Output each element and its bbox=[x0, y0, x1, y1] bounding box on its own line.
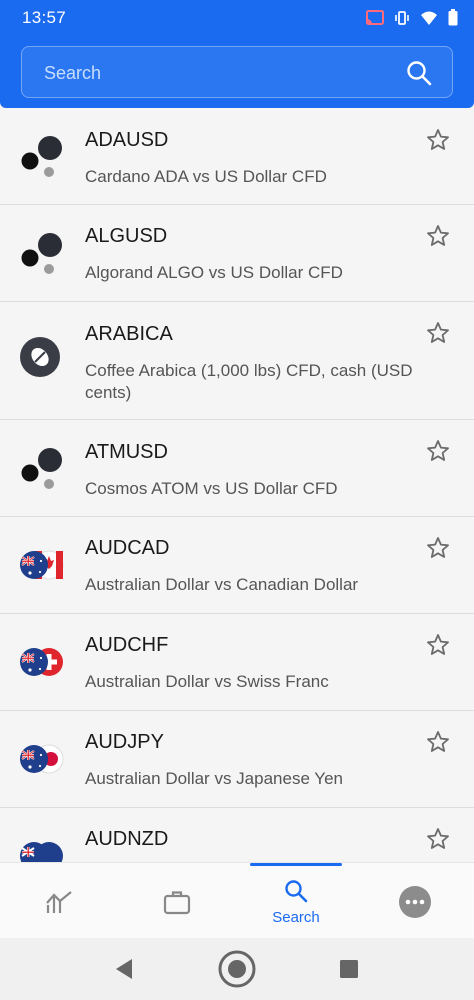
system-nav-bar bbox=[0, 938, 474, 1000]
star-icon[interactable] bbox=[426, 321, 450, 345]
tab-search[interactable]: Search bbox=[237, 863, 355, 939]
status-time: 13:57 bbox=[22, 8, 67, 27]
crypto-dots-icon bbox=[21, 233, 62, 274]
instrument-symbol: ATMUSD bbox=[85, 441, 168, 463]
list-item[interactable]: ALGUSD Algorand ALGO vs US Dollar CFD bbox=[0, 205, 474, 302]
search-icon[interactable] bbox=[406, 60, 432, 86]
more-icon[interactable] bbox=[398, 885, 432, 919]
tab-portfolio[interactable] bbox=[118, 863, 236, 939]
back-icon[interactable] bbox=[114, 958, 134, 980]
cast-icon bbox=[366, 9, 384, 25]
instrument-symbol: ALGUSD bbox=[85, 225, 168, 247]
instrument-symbol: AUDCAD bbox=[85, 537, 170, 559]
flag-au-ca-icon bbox=[20, 550, 64, 580]
flag-au-nz-icon bbox=[20, 842, 63, 862]
star-icon[interactable] bbox=[426, 128, 450, 152]
status-icons bbox=[366, 9, 458, 26]
star-icon[interactable] bbox=[426, 439, 450, 463]
star-icon[interactable] bbox=[426, 633, 450, 657]
briefcase-icon[interactable] bbox=[163, 889, 191, 915]
instrument-symbol: AUDCHF bbox=[85, 634, 169, 656]
coffee-bean-icon bbox=[20, 337, 60, 377]
chart-icon[interactable] bbox=[45, 889, 73, 915]
instrument-description: Australian Dollar vs Japanese Yen bbox=[85, 769, 343, 788]
crypto-dots-icon bbox=[21, 448, 62, 489]
list-item[interactable]: AUDCHF Australian Dollar vs Swiss Franc bbox=[0, 614, 474, 711]
wifi-icon bbox=[421, 11, 437, 25]
list-item[interactable]: ADAUSD Cardano ADA vs US Dollar CFD bbox=[0, 108, 474, 205]
instrument-list: ADAUSD Cardano ADA vs US Dollar CFD ALGU… bbox=[0, 108, 474, 862]
list-item[interactable]: ATMUSD Cosmos ATOM vs US Dollar CFD bbox=[0, 420, 474, 517]
star-icon[interactable] bbox=[426, 224, 450, 248]
crypto-dots-icon bbox=[21, 136, 62, 177]
instrument-description: Coffee Arabica (1,000 lbs) CFD, cash (US… bbox=[85, 361, 413, 402]
tab-more[interactable] bbox=[356, 863, 474, 939]
instrument-symbol: AUDNZD bbox=[85, 828, 169, 850]
recents-icon[interactable] bbox=[339, 959, 359, 979]
instrument-description: Cosmos ATOM vs US Dollar CFD bbox=[85, 479, 338, 498]
app-header bbox=[0, 36, 474, 108]
tab-search-label: Search bbox=[272, 909, 320, 926]
search-bar[interactable] bbox=[21, 46, 453, 99]
list-item[interactable]: AUDCAD Australian Dollar vs Canadian Dol… bbox=[0, 517, 474, 614]
instrument-symbol: AUDJPY bbox=[85, 731, 164, 753]
instrument-description: Australian Dollar vs Canadian Dollar bbox=[85, 575, 359, 594]
list-item[interactable]: AUDJPY Australian Dollar vs Japanese Yen bbox=[0, 711, 474, 808]
bottom-nav: Search bbox=[0, 862, 474, 939]
list-item[interactable]: ARABICA Coffee Arabica (1,000 lbs) CFD, … bbox=[0, 302, 474, 420]
battery-icon bbox=[448, 9, 458, 26]
star-icon[interactable] bbox=[426, 536, 450, 560]
instrument-description: Algorand ALGO vs US Dollar CFD bbox=[85, 263, 343, 282]
star-icon[interactable] bbox=[426, 730, 450, 754]
flag-au-ch-icon bbox=[20, 648, 63, 676]
search-input[interactable] bbox=[42, 47, 406, 99]
instrument-description: Cardano ADA vs US Dollar CFD bbox=[85, 167, 327, 186]
flag-au-jp-icon bbox=[20, 744, 64, 774]
home-icon[interactable] bbox=[218, 950, 256, 988]
active-tab-indicator bbox=[250, 863, 342, 866]
star-icon[interactable] bbox=[426, 827, 450, 851]
status-bar: 13:57 bbox=[0, 0, 474, 36]
search-icon[interactable] bbox=[284, 879, 308, 903]
instrument-symbol: ADAUSD bbox=[85, 129, 169, 151]
tab-markets[interactable] bbox=[0, 863, 118, 939]
vibrate-icon bbox=[395, 10, 409, 25]
instrument-symbol: ARABICA bbox=[85, 323, 173, 345]
list-item[interactable]: AUDNZD bbox=[0, 808, 474, 862]
instrument-description: Australian Dollar vs Swiss Franc bbox=[85, 672, 329, 691]
